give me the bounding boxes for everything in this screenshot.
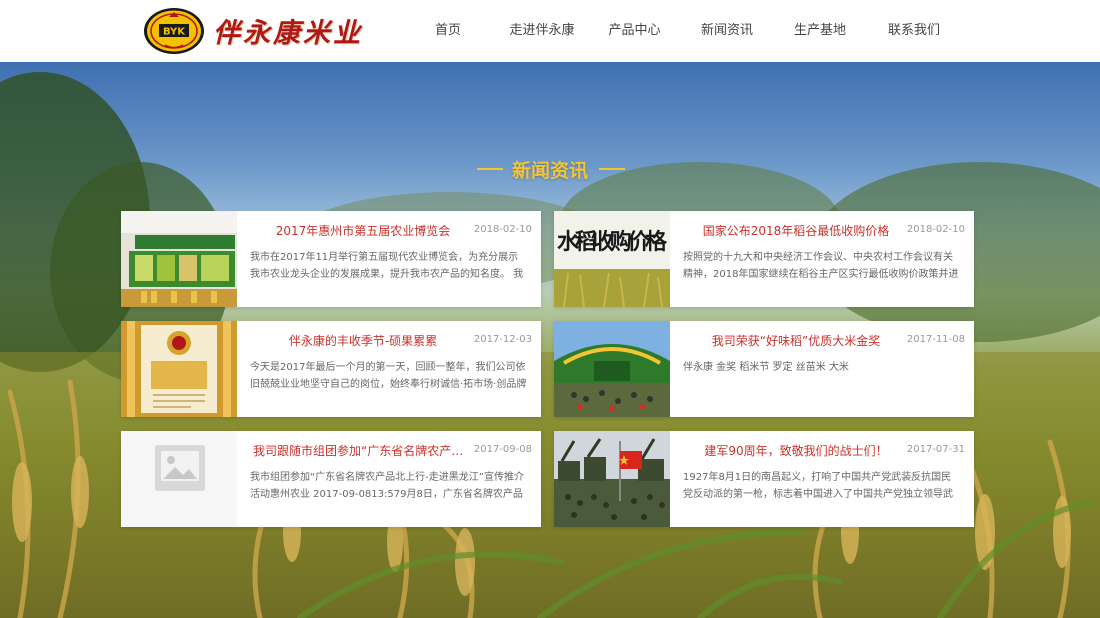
news-date: 2017-11-08 [906, 334, 965, 345]
placeholder-image[interactable] [121, 431, 237, 527]
news-date: 2017-07-31 [906, 444, 965, 455]
news-date: 2018-02-10 [906, 224, 965, 235]
news-card[interactable]: 2017年惠州市第五届农业博览会 2018-02-10 我市在2017年11月举… [121, 211, 541, 307]
nav-contact[interactable]: 联系我们 [867, 0, 961, 62]
site-header: BYK 伴永康米业 首页 走进伴永康 产品中心 新闻资讯 生产基地 联系我们 [0, 0, 1100, 62]
news-title[interactable]: 2017年惠州市第五届农业博览会 [253, 222, 473, 239]
news-date: 2017-12-03 [473, 334, 532, 345]
nav-about[interactable]: 走进伴永康 [496, 0, 588, 62]
news-date: 2018-02-10 [473, 224, 532, 235]
news-date: 2017-09-08 [473, 444, 532, 455]
news-card[interactable]: 我司跟随市组团参加“广东省名牌农产品... 2017-09-08 我市组团参加“… [121, 431, 541, 527]
news-summary: 我市在2017年11月举行第五届现代农业博览会，为充分展示我市农业龙头企业的发展… [250, 252, 524, 280]
news-title[interactable]: 我司荣获“好味稻”优质大米金奖 [686, 332, 906, 349]
logo-badge-icon: BYK [144, 7, 204, 54]
award-certificate-image[interactable] [121, 321, 237, 417]
news-card[interactable]: 我司荣获“好味稻”优质大米金奖 2017-11-08 伴永康 金奖 稻米节 罗定… [554, 321, 974, 417]
news-title[interactable]: 国家公布2018年稻谷最低收购价格 [686, 222, 906, 239]
rice-price-image-text: 水稻收购价格 [557, 229, 668, 255]
news-card[interactable]: 伴永康的丰收季节-硕果累累 2017-12-03 今天是2017年最后一个月的第… [121, 321, 541, 417]
news-card[interactable]: 建军90周年，致敬我们的战士们！ 2017-07-31 1927年8月1日的南昌… [554, 431, 974, 527]
main-nav: 首页 走进伴永康 产品中心 新闻资讯 生产基地 联系我们 [400, 0, 961, 62]
news-summary: 今天是2017年最后一个月的第一天，回顾一整年，我们公司依旧兢兢业业地坚守自己的… [250, 362, 527, 390]
rice-price-image[interactable]: 水稻收购价格 [554, 211, 670, 307]
nav-home[interactable]: 首页 [400, 0, 496, 62]
nav-products[interactable]: 产品中心 [588, 0, 681, 62]
news-summary: 1927年8月1日的南昌起义，打响了中国共产党武装反抗国民党反动派的第一枪，标志… [683, 472, 953, 500]
logo-badge-text: BYK [163, 26, 186, 37]
nav-news[interactable]: 新闻资讯 [681, 0, 773, 62]
news-summary: 伴永康 金奖 稻米节 罗定 丝苗米 大米 [683, 362, 849, 373]
nav-production-base[interactable]: 生产基地 [773, 0, 867, 62]
news-title[interactable]: 伴永康的丰收季节-硕果累累 [253, 332, 473, 349]
military-parade-image[interactable] [554, 431, 670, 527]
expo-booth-image[interactable] [121, 211, 237, 307]
news-title[interactable]: 我司跟随市组团参加“广东省名牌农产品... [253, 442, 473, 459]
rice-festival-image[interactable] [554, 321, 670, 417]
news-card[interactable]: 水稻收购价格 国家公布2018年稻谷最低收购价格 2018-02-10 按照党的… [554, 211, 974, 307]
section-title: 新闻资讯 [511, 160, 588, 182]
site-logo[interactable]: BYK 伴永康米业 [143, 3, 363, 58]
logo-text: 伴永康米业 [213, 18, 363, 49]
news-summary: 按照党的十九大和中央经济工作会议、中央农村工作会议有关精神，2018年国家继续在… [683, 252, 959, 280]
title-decoration-right [599, 168, 625, 170]
news-title[interactable]: 建军90周年，致敬我们的战士们！ [686, 442, 906, 459]
news-summary: 我市组团参加“广东省名牌农产品北上行-走进黑龙江”宣传推介活动惠州农业 2017… [250, 472, 524, 500]
